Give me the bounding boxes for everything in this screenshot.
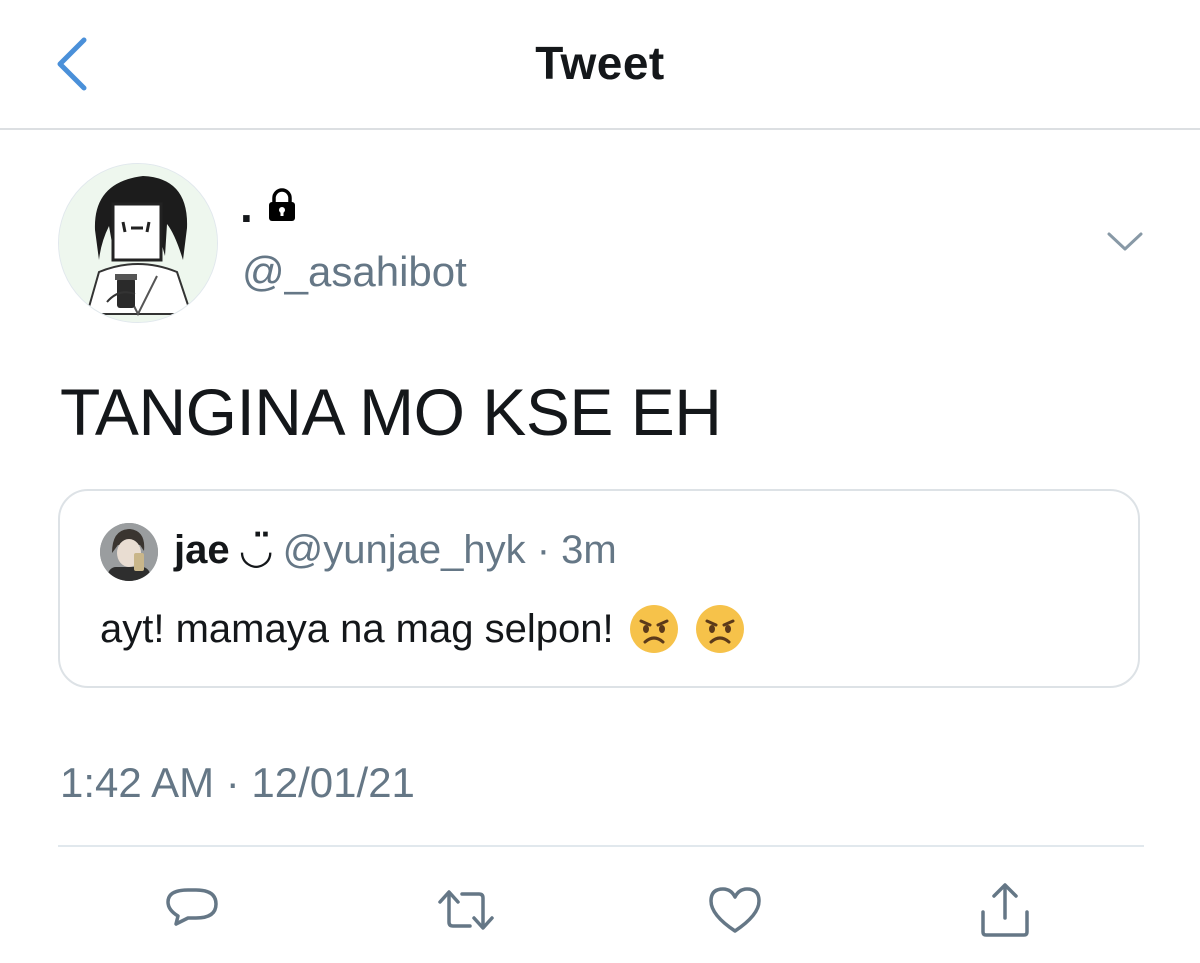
- quoted-author-avatar: [100, 523, 158, 581]
- tweet-timestamp: 1:42 AM · 12/01/21: [60, 759, 415, 806]
- author-avatar[interactable]: [58, 163, 218, 323]
- reply-button[interactable]: [160, 878, 224, 942]
- page-title: Tweet: [535, 37, 665, 89]
- navigation-bar: Tweet: [0, 0, 1200, 130]
- quoted-text-row: ayt! mamaya na mag selpon!: [100, 603, 746, 655]
- avatar-illustration: [59, 164, 217, 322]
- display-name-text: .: [240, 180, 253, 232]
- divider: [58, 845, 1144, 847]
- quoted-author-handle: @yunjae_hyk: [282, 528, 526, 572]
- retweet-button[interactable]: [434, 878, 498, 942]
- heart-icon: [709, 887, 761, 933]
- angry-face-emoji: [629, 605, 678, 653]
- tweet-text: TANGINA MO KSE EH: [60, 375, 722, 449]
- quoted-tweet[interactable]: jae ◡̈ @yunjae_hyk · 3m ayt! mamaya na m…: [58, 489, 1140, 688]
- angry-face-emoji: [695, 605, 744, 653]
- author-handle[interactable]: @_asahibot: [242, 247, 467, 297]
- meta-separator: ·: [536, 528, 551, 572]
- like-button[interactable]: [703, 878, 767, 942]
- lock-icon: [267, 178, 297, 234]
- more-options-button[interactable]: [1100, 222, 1150, 262]
- share-icon: [981, 883, 1029, 937]
- quoted-author-name: jae ◡̈: [174, 528, 272, 572]
- quoted-time: 3m: [561, 528, 617, 572]
- retweet-icon: [438, 890, 494, 930]
- quoted-header: jae ◡̈ @yunjae_hyk · 3m: [174, 525, 617, 575]
- reply-icon: [166, 888, 218, 926]
- author-display-name[interactable]: .: [240, 178, 297, 234]
- chevron-down-icon: [1107, 232, 1143, 251]
- quoted-text: ayt! mamaya na mag selpon!: [100, 607, 614, 651]
- share-button[interactable]: [973, 878, 1037, 942]
